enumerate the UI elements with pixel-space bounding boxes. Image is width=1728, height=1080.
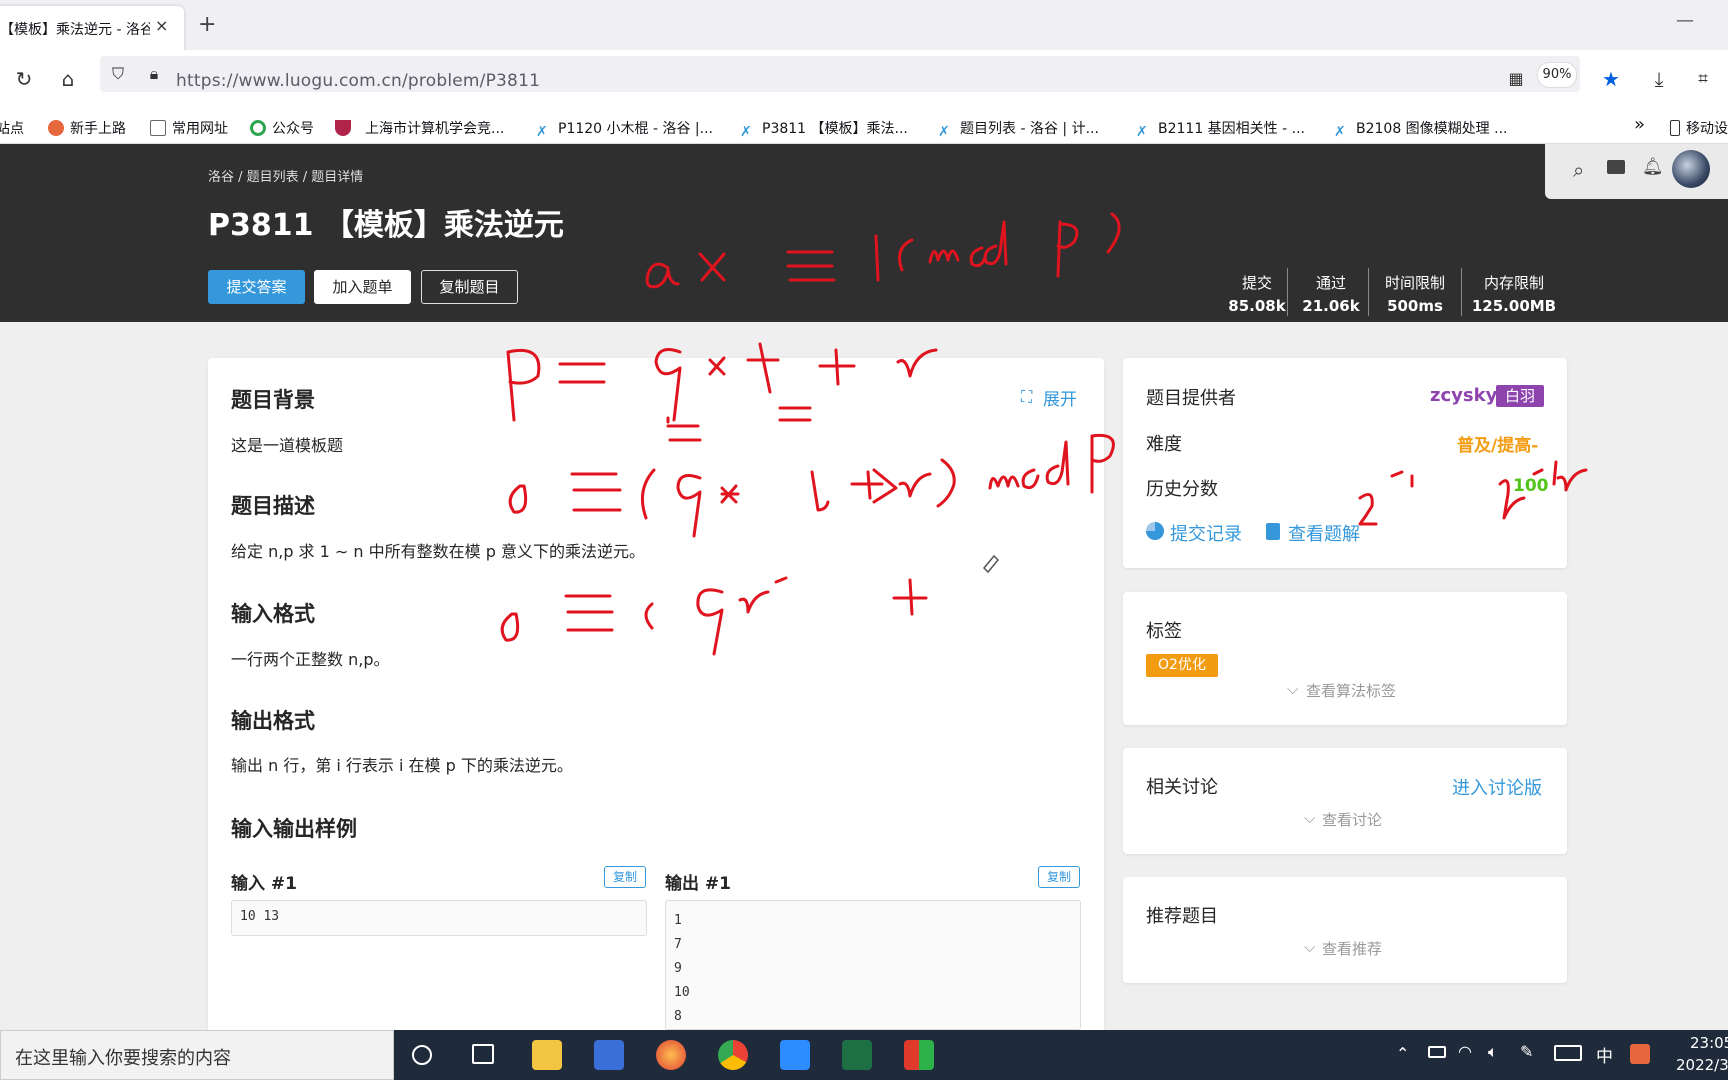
annotation-stroke — [698, 252, 726, 282]
pen-icon[interactable]: ✎ — [1520, 1042, 1533, 1061]
annotation-stroke — [1358, 470, 1414, 526]
annotation-stroke — [654, 348, 682, 422]
annotation-stroke — [898, 472, 932, 498]
windows-taskbar: 在这里输入你要搜索的内容 ⌃ ◠ 🔈︎ ✎ 中 23:05 2022/3 — [0, 1030, 1728, 1080]
annotation-stroke — [1056, 220, 1079, 278]
annotation-stroke — [666, 416, 702, 442]
annotation-stroke — [1106, 212, 1121, 254]
annotation-stroke — [818, 348, 856, 386]
cloud-app-icon[interactable] — [780, 1040, 810, 1070]
file-explorer-icon[interactable] — [532, 1040, 562, 1070]
annotation-stroke — [696, 588, 724, 656]
keyboard-icon[interactable] — [1554, 1045, 1582, 1061]
annotation-stroke — [746, 342, 780, 394]
notification-app-icon[interactable] — [1630, 1044, 1650, 1064]
annotation-stroke — [644, 602, 654, 630]
pen-cursor-icon — [982, 554, 1000, 574]
annotation-stroke — [564, 594, 614, 632]
chrome-icon[interactable] — [718, 1040, 748, 1070]
chevron-up-icon[interactable]: ⌃ — [1396, 1044, 1409, 1063]
taskbar-search-box[interactable]: 在这里输入你要搜索的内容 — [0, 1030, 394, 1080]
task-view-icon[interactable] — [472, 1044, 494, 1064]
annotation-stroke — [676, 474, 702, 538]
annotation-stroke — [645, 262, 680, 289]
ime-indicator[interactable]: 中 — [1596, 1042, 1613, 1067]
clock-date[interactable]: 2022/3 — [1676, 1056, 1728, 1074]
annotation-stroke — [738, 576, 788, 614]
annotation-stroke — [969, 220, 1008, 268]
annotation-stroke — [892, 578, 928, 616]
annotation-stroke — [874, 234, 880, 282]
app-icon[interactable] — [904, 1040, 934, 1070]
annotation-stroke — [508, 484, 528, 514]
annotation-stroke — [506, 349, 541, 422]
store-icon[interactable] — [594, 1040, 624, 1070]
cortana-icon[interactable] — [412, 1045, 432, 1065]
wifi-icon[interactable]: ◠ — [1458, 1042, 1472, 1061]
annotation-stroke — [558, 362, 606, 384]
battery-icon[interactable] — [1428, 1046, 1446, 1058]
taskbar-search-placeholder: 在这里输入你要搜索的内容 — [15, 1048, 231, 1069]
volume-icon[interactable]: 🔈︎ — [1488, 1042, 1498, 1062]
handwriting-annotations — [500, 212, 1588, 656]
annotation-stroke — [936, 458, 956, 508]
annotation-stroke — [708, 356, 726, 376]
annotation-stroke — [928, 249, 960, 264]
annotation-stroke — [786, 250, 836, 282]
annotation-stroke — [810, 470, 830, 512]
annotation-stroke — [1556, 468, 1588, 492]
annotation-stroke — [850, 468, 898, 504]
annotation-stroke — [720, 484, 740, 504]
firefox-icon[interactable] — [656, 1040, 686, 1070]
annotation-stroke — [896, 348, 938, 378]
annotation-stroke — [1090, 433, 1115, 494]
annotation-stroke — [500, 612, 520, 642]
annotation-stroke — [778, 406, 812, 422]
annotation-stroke — [898, 238, 914, 272]
annotation-stroke — [570, 472, 622, 512]
clock-time[interactable]: 23:05 — [1690, 1034, 1728, 1052]
excel-icon[interactable] — [842, 1040, 872, 1070]
annotation-stroke — [988, 440, 1070, 490]
annotation-stroke — [640, 468, 656, 520]
annotation-stroke — [1498, 460, 1558, 520]
